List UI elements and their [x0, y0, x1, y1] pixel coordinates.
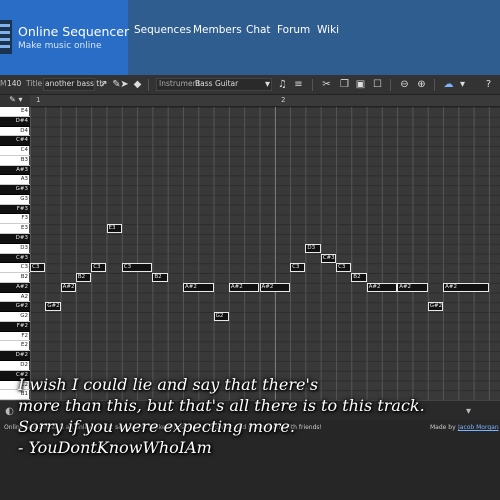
note-block[interactable]: E3: [106, 224, 122, 234]
piano-key[interactable]: G3: [0, 195, 30, 205]
piano-key[interactable]: F3: [0, 214, 30, 225]
piano-key[interactable]: D2: [0, 361, 30, 371]
piano-key[interactable]: B2: [0, 273, 30, 283]
piano-key[interactable]: G2: [0, 312, 30, 322]
volume-icon[interactable]: ◐: [3, 405, 16, 418]
share-icon[interactable]: ↗: [97, 78, 110, 91]
piano-key[interactable]: A2: [0, 293, 30, 303]
caption-overlay: I wish I could lie and say that there's …: [18, 374, 498, 458]
note-block[interactable]: A#2: [60, 282, 76, 292]
note-block[interactable]: A#2: [397, 282, 428, 292]
sliders-icon[interactable]: ≡: [292, 78, 305, 91]
title-input[interactable]: another bass th: [45, 79, 104, 88]
caption-line: Sorry if you were expecting more.: [18, 417, 295, 436]
editor-toolbar: M 140 Title another bass th ↗ ✎ ➤ ◆ Inst…: [0, 75, 500, 95]
note-block[interactable]: C3: [91, 263, 107, 273]
toolbar-divider: [434, 79, 435, 91]
note-block[interactable]: C#3: [320, 253, 336, 263]
piano-key[interactable]: C4: [0, 146, 30, 156]
piano-key[interactable]: F#2: [0, 321, 30, 332]
note-block[interactable]: C3: [121, 263, 153, 273]
note-block[interactable]: C3: [30, 263, 46, 273]
piano-key[interactable]: F2: [0, 332, 30, 342]
cloud-upload-icon[interactable]: ☁: [442, 78, 455, 91]
chevron-down-icon: ▾: [264, 79, 271, 90]
delete-selection-icon[interactable]: ☐: [371, 78, 384, 91]
piano-key[interactable]: A#2: [0, 282, 30, 293]
piano-key[interactable]: C#3: [0, 253, 30, 264]
piano-keyboard[interactable]: E4 D#4 D4 C#4 C4 B3 A#3 A3 G#3 G3 F#3 F3 E3 D#3 D3 C#3 C…: [0, 107, 30, 401]
note-block[interactable]: G2: [213, 312, 229, 322]
piano-key[interactable]: A3: [0, 175, 30, 186]
bpm-input[interactable]: 140: [7, 79, 21, 88]
piano-key[interactable]: D#2: [0, 351, 30, 362]
brand-block[interactable]: Online Sequencer Make music online: [0, 0, 130, 75]
sequencer-logo-icon: [0, 20, 12, 54]
cut-icon[interactable]: ✂: [320, 78, 333, 91]
piano-settings-icon[interactable]: ♫: [276, 78, 289, 91]
note-block[interactable]: D3: [305, 243, 321, 253]
nav-wiki[interactable]: Wiki: [317, 24, 339, 36]
piano-key[interactable]: B3: [0, 156, 30, 166]
piano-key[interactable]: D#4: [0, 116, 30, 127]
piano-key[interactable]: D4: [0, 127, 30, 137]
piano-key[interactable]: E3: [0, 224, 30, 234]
caption-line: - YouDontKnowWhoIAm: [18, 438, 212, 457]
bar-number: 1: [36, 96, 41, 104]
note-block[interactable]: A#2: [366, 282, 398, 292]
cursor-icon[interactable]: ➤: [118, 78, 131, 91]
title-label: Title: [26, 79, 43, 88]
brand-subtitle: Make music online: [18, 41, 102, 51]
zoom-out-icon[interactable]: ⊖: [398, 78, 411, 91]
note-block[interactable]: A#2: [259, 282, 291, 292]
nav-sequences[interactable]: Sequences: [134, 24, 191, 36]
paste-icon[interactable]: ▣: [354, 78, 367, 91]
ruler-corner: ✎ ▾: [0, 95, 30, 107]
piano-key[interactable]: E4: [0, 107, 30, 117]
note-block[interactable]: G#2: [427, 302, 444, 312]
caption-line: I wish I could lie and say that there's: [18, 375, 319, 394]
timeline-ruler[interactable]: 1 2: [30, 95, 500, 107]
piano-key[interactable]: G#2: [0, 302, 30, 313]
copy-icon[interactable]: ❐: [338, 78, 351, 91]
piano-key[interactable]: F#3: [0, 204, 30, 215]
nav-members[interactable]: Members: [193, 24, 242, 36]
note-block[interactable]: B2: [75, 273, 92, 283]
chevron-down-icon[interactable]: ▾: [456, 78, 469, 91]
note-block[interactable]: C3: [336, 263, 352, 273]
note-grid[interactable]: C3 G#2 A#2 B2 C3 E3 C3 B2 A#2 G2 A#2 A#2 C3 D3 C#3 C3 B2…: [30, 107, 500, 400]
top-navbar: Online Sequencer Make music online Seque…: [0, 0, 500, 75]
note-block[interactable]: G#2: [45, 302, 61, 312]
piano-key[interactable]: A#3: [0, 165, 30, 176]
note-block[interactable]: B2: [351, 273, 367, 283]
toolbar-divider: [148, 79, 149, 91]
piano-key[interactable]: D3: [0, 244, 30, 254]
toolbar-divider: [390, 79, 391, 91]
note-block[interactable]: A#2: [183, 282, 214, 292]
note-block[interactable]: C3: [290, 263, 306, 273]
bpm-label: M: [0, 79, 7, 88]
piano-key[interactable]: G#3: [0, 185, 30, 195]
piano-key[interactable]: C3: [0, 263, 30, 274]
brand-title: Online Sequencer: [18, 24, 130, 39]
eraser-icon[interactable]: ◆: [131, 78, 144, 91]
piano-key[interactable]: D#3: [0, 234, 30, 244]
nav-chat[interactable]: Chat: [246, 24, 271, 36]
nav-forum[interactable]: Forum: [277, 24, 310, 36]
bar-number: 2: [281, 96, 286, 104]
note-block[interactable]: A#2: [443, 282, 489, 292]
bar-line: [275, 107, 276, 400]
note-block[interactable]: B2: [152, 273, 168, 283]
piano-key[interactable]: C#4: [0, 136, 30, 147]
caption-line: more than this, but that's all there is …: [18, 396, 425, 415]
toolbar-divider: [312, 79, 313, 91]
piano-key[interactable]: E2: [0, 341, 30, 352]
zoom-in-icon[interactable]: ⊕: [415, 78, 428, 91]
help-icon[interactable]: ?: [482, 78, 495, 91]
chevron-down-icon: ▾: [18, 95, 23, 104]
note-block[interactable]: A#2: [228, 282, 260, 292]
instrument-value: Bass Guitar: [195, 79, 239, 88]
